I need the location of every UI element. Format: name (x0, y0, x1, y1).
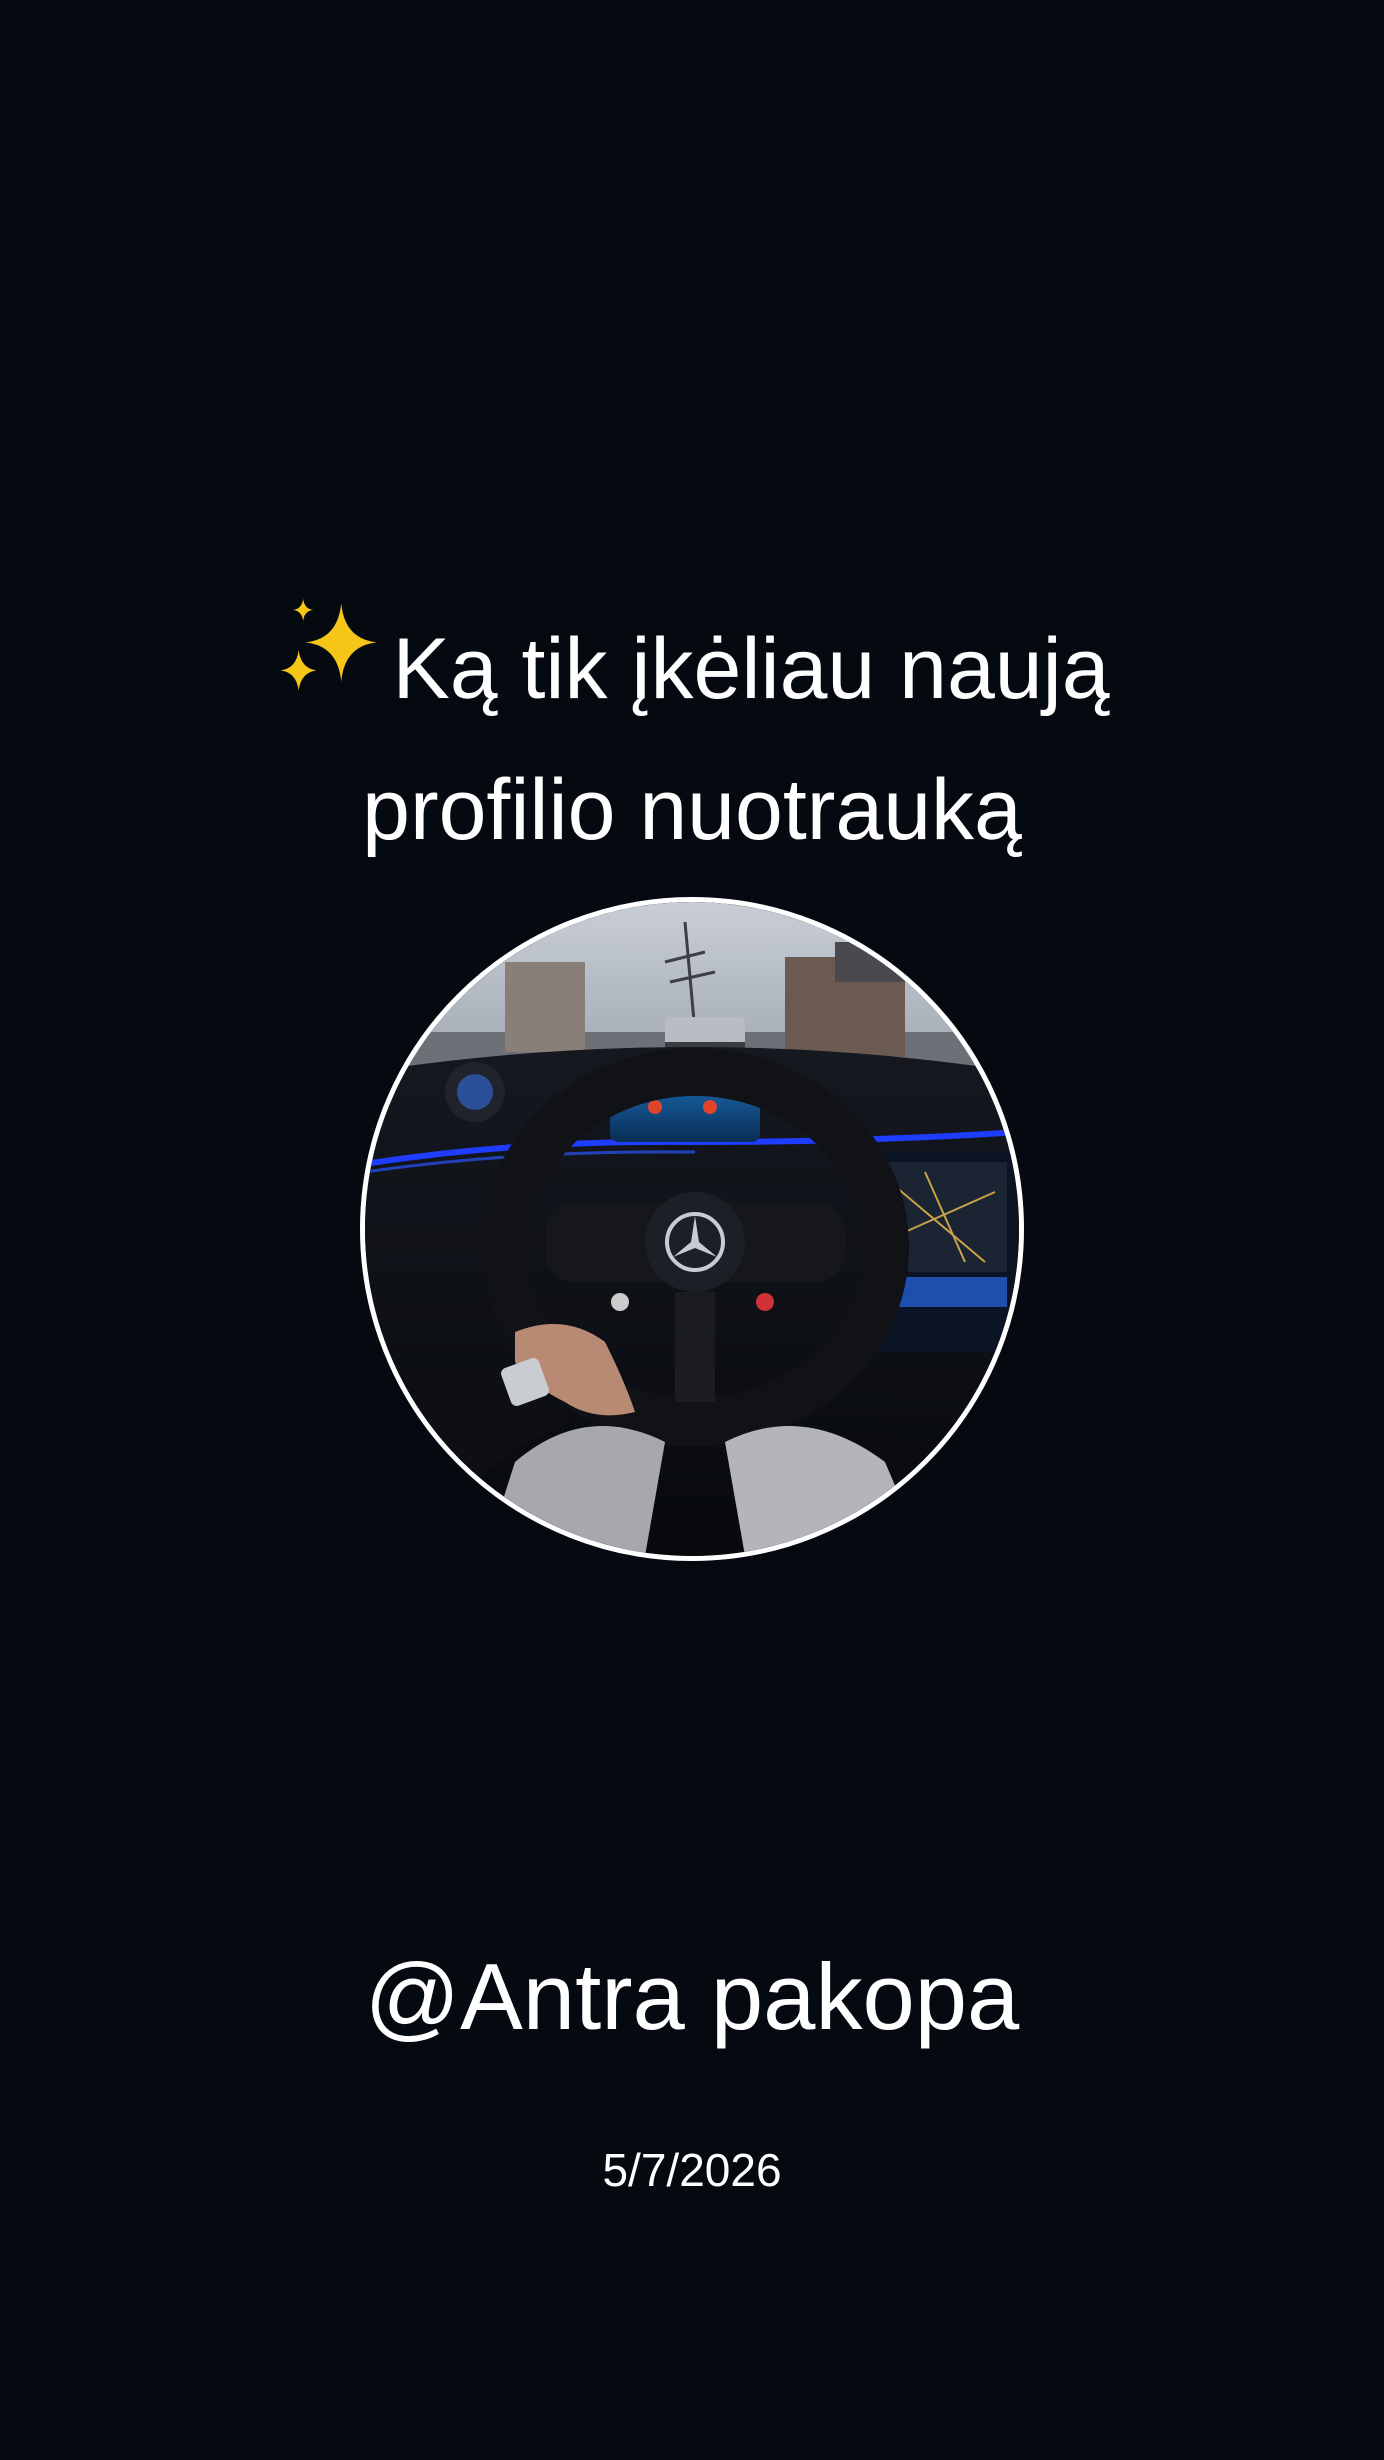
user-handle[interactable]: @Antra pakopa (92, 1937, 1292, 2057)
story-screen: Ką tik įkėliau naują profilio nuotrauką (0, 0, 1384, 2460)
headline-line-1: Ką tik įkėliau naują (92, 592, 1292, 737)
profile-photo-image (365, 902, 1019, 1556)
sparkles-icon (274, 592, 386, 737)
headline-text-1: Ką tik įkėliau naują (392, 621, 1110, 717)
headline-line-2: profilio nuotrauką (362, 762, 1022, 858)
profile-photo[interactable] (360, 897, 1024, 1561)
post-date: 5/7/2026 (602, 2144, 782, 2196)
